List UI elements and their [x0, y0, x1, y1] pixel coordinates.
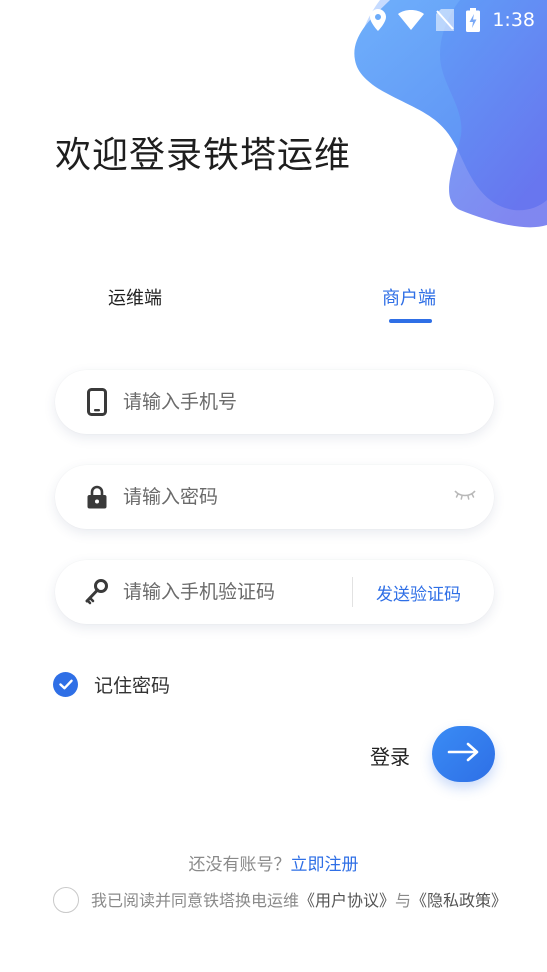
remember-password-label: 记住密码 [94, 674, 171, 697]
phone-field [55, 370, 494, 434]
page-title: 欢迎登录铁塔运维 [55, 135, 352, 176]
no-sim-icon [436, 9, 455, 31]
tab-active-indicator [389, 319, 432, 323]
sms-code-input[interactable] [123, 572, 343, 612]
send-code-button[interactable]: 发送验证码 [376, 580, 461, 605]
arrow-right-icon [447, 742, 481, 766]
privacy-policy-link[interactable]: 《隐私政策》 [411, 891, 507, 910]
password-field [55, 465, 494, 529]
agreement-text: 我已阅读并同意铁塔换电运维《用户协议》与《隐私政策》 [91, 887, 511, 915]
register-question: 还没有账号？ [188, 855, 291, 875]
phone-icon [85, 388, 109, 416]
tab-merchant[interactable]: 商户端 [382, 284, 436, 310]
register-link[interactable]: 立即注册 [291, 855, 359, 875]
agreement-connector: 与 [395, 891, 412, 910]
lock-icon [85, 483, 109, 511]
agreement-prefix: 我已阅读并同意铁塔换电运维 [91, 891, 300, 910]
user-agreement-link[interactable]: 《用户协议》 [299, 891, 395, 910]
register-prompt: 还没有账号？立即注册 [0, 850, 547, 875]
login-type-tabs: 运维端 商户端 [0, 280, 547, 330]
password-input[interactable] [123, 477, 443, 517]
status-icons: 1:38 [370, 6, 535, 34]
battery-charging-icon [466, 8, 481, 32]
wifi-icon [398, 10, 425, 30]
agreement-checkbox[interactable] [53, 887, 79, 913]
sms-code-field: 发送验证码 [55, 560, 494, 624]
eye-closed-icon[interactable] [454, 487, 476, 507]
status-time: 1:38 [492, 9, 535, 31]
tab-ops[interactable]: 运维端 [108, 284, 162, 310]
checkbox-checked-icon[interactable] [53, 671, 78, 697]
remember-password-toggle[interactable]: 记住密码 [53, 671, 170, 697]
login-button[interactable] [432, 726, 495, 782]
login-label: 登录 [370, 745, 410, 769]
status-bar: 1:38 [0, 0, 547, 40]
phone-input[interactable] [123, 382, 463, 422]
divider [352, 577, 353, 607]
location-icon [370, 9, 387, 31]
key-icon [85, 578, 109, 606]
